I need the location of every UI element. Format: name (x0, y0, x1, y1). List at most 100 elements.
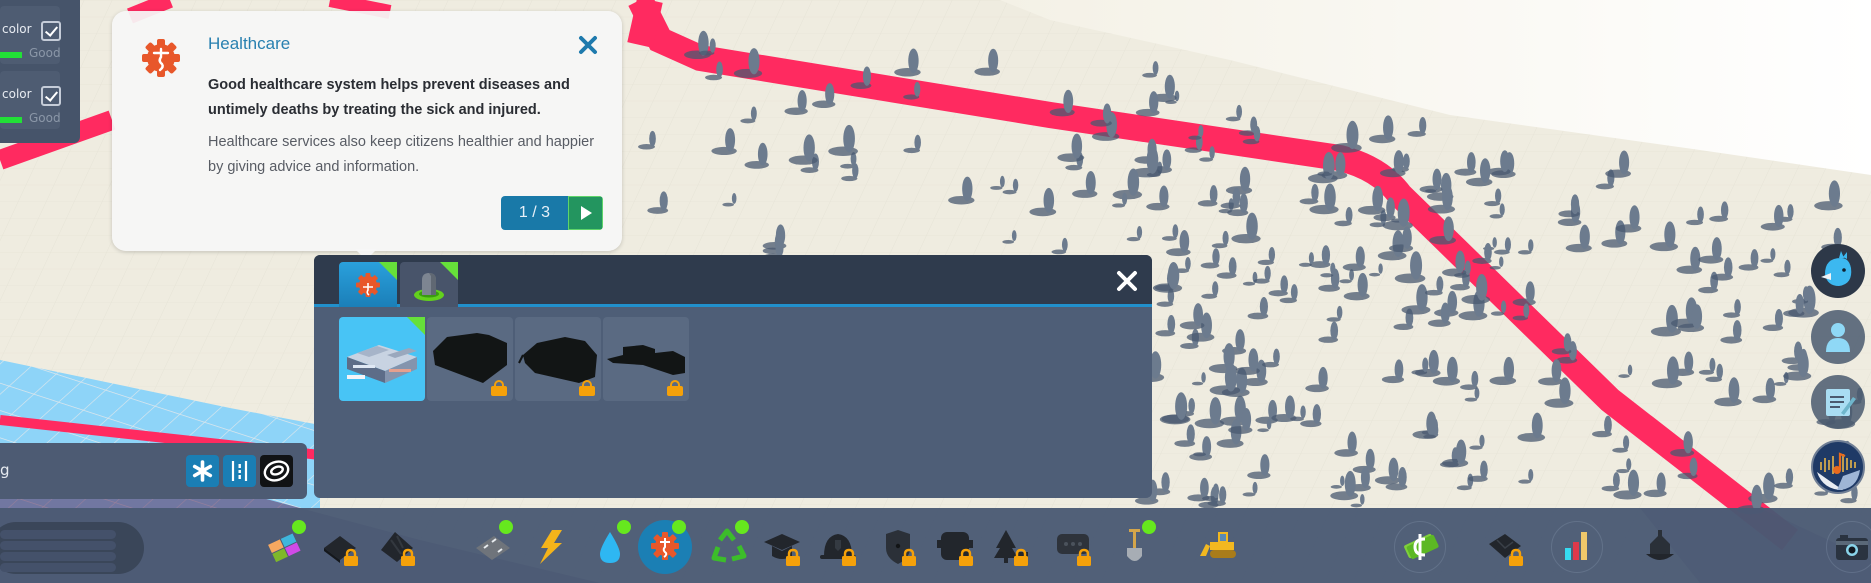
toolbar-item-healthcare[interactable] (645, 520, 686, 566)
snap-guideline-button[interactable] (223, 455, 256, 487)
next-page-button[interactable] (568, 196, 603, 230)
toolbar-item-city-services[interactable] (1640, 526, 1680, 566)
tree (1579, 224, 1590, 249)
tree (1011, 230, 1017, 242)
tree (797, 90, 807, 112)
tree (1219, 486, 1227, 504)
toolbar-item-parks[interactable] (990, 526, 1030, 566)
toolbar-item-economy[interactable] (1400, 526, 1440, 566)
tree (1479, 434, 1485, 448)
tree (1559, 377, 1571, 405)
toolbar-item-zoning[interactable] (265, 520, 306, 566)
tree (914, 81, 921, 97)
close-icon[interactable] (576, 33, 600, 57)
toolbar-item-bulldozer[interactable] (1198, 526, 1238, 566)
chirper-button[interactable] (1811, 244, 1865, 298)
tree (750, 106, 757, 121)
tree (1626, 458, 1632, 471)
bus-icon (937, 532, 973, 566)
color-checkbox[interactable] (41, 86, 61, 106)
lightning-icon (540, 530, 562, 564)
toolbar-item-map-tiles[interactable] (1485, 526, 1525, 566)
tree (1193, 303, 1203, 327)
tab-deathcare[interactable] (400, 262, 458, 307)
tree (1228, 257, 1237, 276)
tree-icon (994, 530, 1028, 566)
tree (1623, 435, 1630, 450)
tree (1525, 281, 1535, 303)
toolbar-item-roads[interactable] (472, 520, 513, 566)
tree (1378, 263, 1383, 274)
radio-button[interactable] (1811, 440, 1865, 494)
tree (1071, 133, 1083, 159)
tree (1732, 320, 1742, 341)
toolbar-item-statistics[interactable] (1557, 526, 1597, 566)
tree (1290, 284, 1298, 301)
building-item-locked[interactable] (427, 317, 513, 401)
building-selection-panel (314, 255, 1152, 498)
tree (962, 176, 973, 202)
info-row: color Good (0, 6, 61, 64)
toolbar-item-landscaping[interactable] (377, 526, 417, 566)
new-indicator (379, 262, 397, 280)
snap-all-button[interactable] (186, 455, 219, 487)
toolbar-item-electricity[interactable] (530, 526, 570, 566)
tree (1335, 152, 1346, 177)
building-item-locked[interactable] (515, 317, 601, 401)
info-row: color Good (0, 71, 61, 129)
tree (1161, 472, 1170, 493)
snap-contour-button[interactable] (260, 455, 293, 487)
tree (1239, 166, 1251, 192)
building-item-hospital[interactable] (339, 317, 425, 401)
tree (1200, 477, 1209, 499)
tree (1528, 239, 1534, 252)
toolbar-item-landscape-tools[interactable] (1115, 520, 1156, 566)
bar-chart-icon (1565, 532, 1587, 560)
police-badge-icon (886, 530, 916, 566)
tree (1311, 183, 1319, 202)
lock-icon (786, 548, 800, 566)
tree (1795, 293, 1804, 314)
toolbar-item-water[interactable] (590, 520, 631, 566)
tree-shadow (1760, 258, 1774, 263)
tree (1787, 204, 1794, 220)
tree (757, 142, 768, 166)
tab-healthcare[interactable] (339, 262, 397, 307)
lock-icon (667, 380, 683, 396)
tree (825, 83, 835, 105)
tree (1365, 448, 1375, 471)
notepad-icon (1826, 389, 1856, 416)
tree (1246, 212, 1258, 240)
toolbar-item-photo-mode[interactable] (1832, 526, 1871, 566)
tree (1750, 249, 1759, 268)
close-icon[interactable] (1114, 268, 1140, 294)
tree-shadow (1193, 452, 1207, 457)
tree (1403, 153, 1410, 170)
tree (1422, 357, 1429, 373)
tree (1398, 467, 1407, 488)
tree-shadow (722, 202, 735, 207)
toolbar-item-police[interactable] (878, 526, 918, 566)
tree (988, 48, 999, 73)
toolbar-item-communications[interactable] (1053, 526, 1093, 566)
tutorial-pager: 1 / 3 (501, 196, 603, 230)
toolbar-item-fire[interactable] (818, 526, 858, 566)
tree (1563, 333, 1572, 352)
toolbar-item-garbage[interactable] (708, 520, 749, 566)
tree (1523, 303, 1530, 318)
tree (1172, 224, 1179, 239)
new-indicator (1142, 520, 1156, 534)
tree (1627, 469, 1640, 496)
journal-button[interactable] (1811, 375, 1865, 429)
toolbar-item-areas[interactable] (320, 526, 360, 566)
tree-shadow (1651, 378, 1683, 389)
citizens-button[interactable] (1811, 310, 1865, 364)
color-checkbox[interactable] (41, 21, 61, 41)
building-item-locked[interactable] (603, 317, 689, 401)
area-icon (324, 536, 358, 566)
toolbar-item-transportation[interactable] (935, 526, 975, 566)
tree (1268, 247, 1276, 263)
tree (1300, 405, 1306, 419)
toolbar-item-education[interactable] (762, 526, 802, 566)
tree (1122, 192, 1128, 205)
